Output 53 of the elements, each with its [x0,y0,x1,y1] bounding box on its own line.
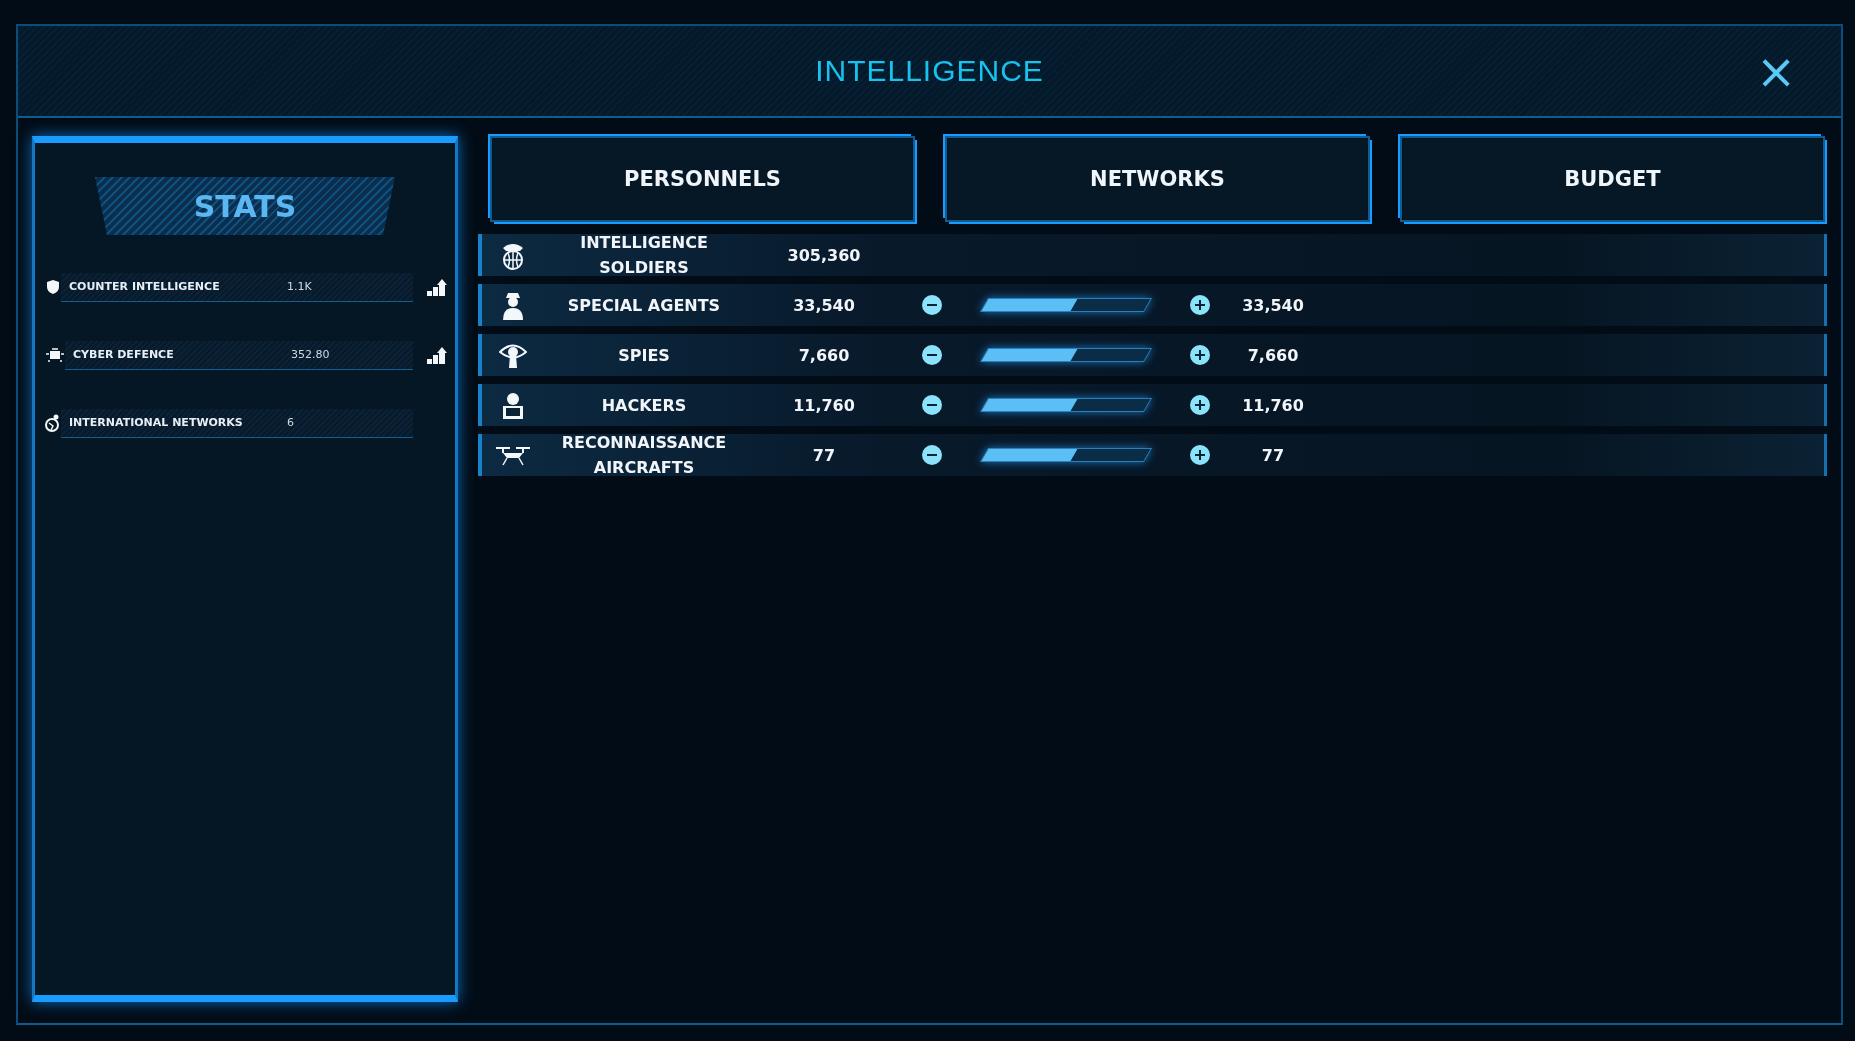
stat-value: 352.80 [291,348,330,361]
personnel-count: 7,660 [797,345,851,365]
personnel-count: 33,540 [792,295,856,315]
decrease-button[interactable] [922,395,942,415]
minus-icon [927,354,937,356]
stats-title: STATS [95,177,395,235]
decrease-button[interactable] [922,445,942,465]
stat-label: CYBER DEFENCE [72,348,175,361]
upgrade-icon[interactable] [427,278,447,296]
target-count: 33,540 [1241,295,1305,315]
close-button[interactable]: × [1751,46,1801,96]
personnel-count: 77 [811,445,837,465]
personnel-name: SPIES [617,344,671,367]
personnel-name: INTELLIGENCE SOLDIERS [579,232,709,279]
drone-icon [495,444,531,466]
stat-label: COUNTER INTELLIGENCE [68,280,221,293]
window-title: INTELLIGENCE [815,54,1044,88]
personnel-name: SPECIAL AGENTS [566,294,722,317]
plus-icon [1195,350,1205,360]
minus-icon [927,304,937,306]
target-count: 7,660 [1246,345,1300,365]
plus-icon [1195,300,1205,310]
plus-icon [1195,400,1205,410]
plus-icon [1195,450,1205,460]
robot-icon [45,348,65,362]
minus-icon [927,404,937,406]
personnel-name: RECONNAISSANCE AIRCRAFTS [560,432,728,479]
slider-track[interactable] [979,398,1153,412]
shield-icon [45,279,61,295]
target-count: 11,760 [1241,395,1305,415]
hacker-icon [500,391,526,419]
tab[interactable]: BUDGET [1400,136,1825,222]
target-count: 77 [1260,445,1286,465]
personnel-count: 305,360 [786,245,862,265]
agent-icon [501,290,525,320]
personnel-name: HACKERS [600,394,688,417]
increase-button[interactable] [1190,345,1210,365]
stat-value: 6 [287,416,294,429]
minus-icon [927,454,937,456]
decrease-button[interactable] [922,345,942,365]
personnel-count: 11,760 [792,395,856,415]
slider-track[interactable] [979,348,1153,362]
decrease-button[interactable] [922,295,942,315]
slider-track[interactable] [979,448,1153,462]
stat-label: INTERNATIONAL NETWORKS [68,416,244,429]
slider-track[interactable] [979,298,1153,312]
tab[interactable]: PERSONNELS [490,136,915,222]
stat-value: 1.1K [287,280,312,293]
tab[interactable]: NETWORKS [945,136,1370,222]
increase-button[interactable] [1190,295,1210,315]
upgrade-icon[interactable] [427,346,447,364]
increase-button[interactable] [1190,395,1210,415]
increase-button[interactable] [1190,445,1210,465]
